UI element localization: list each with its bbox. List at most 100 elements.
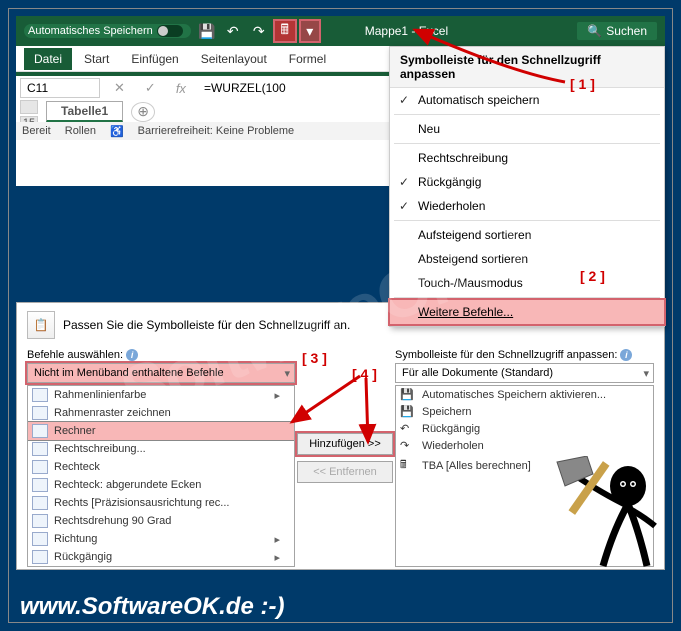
commands-from-combo[interactable]: Nicht im Menüband enthaltene Befehle — [27, 363, 295, 383]
tab-start[interactable]: Start — [74, 48, 119, 70]
menu-separator — [394, 297, 660, 298]
toggle-pill-icon — [157, 25, 183, 37]
list-item[interactable]: Rechner — [28, 422, 294, 440]
search-icon: 🔍 — [587, 24, 602, 38]
menu-separator — [394, 143, 660, 144]
qat-options-icon: 📋 — [27, 311, 55, 339]
qat-customize-menu: Symbolleiste für den Schnellzugriff anpa… — [389, 46, 665, 327]
annotation-3: [ 3 ] — [302, 350, 327, 366]
menu-separator — [394, 220, 660, 221]
calculator-icon[interactable]: 🖩 — [275, 21, 295, 41]
app-title: Mappe1 - Excel — [365, 24, 448, 38]
list-item[interactable]: Rechtsdrehung 90 Grad — [28, 512, 294, 530]
command-icon: ↷ — [400, 439, 416, 452]
list-item-label: Rechteck: abgerundete Ecken — [54, 479, 201, 491]
remove-button[interactable]: << Entfernen — [297, 461, 393, 483]
list-item-label: Richtung — [54, 533, 97, 545]
menu-item[interactable]: Touch-/Mausmodus — [390, 271, 664, 295]
menu-title: Symbolleiste für den Schnellzugriff anpa… — [390, 47, 664, 88]
left-label-text: Befehle auswählen: — [27, 349, 123, 361]
right-label: Symbolleiste für den Schnellzugriff anpa… — [395, 349, 654, 361]
menu-item[interactable]: Weitere Befehle... — [390, 300, 664, 324]
qat-dropdown-icon[interactable]: ▾ — [301, 21, 319, 41]
list-item-label: Speichern — [422, 406, 472, 418]
search-label: Suchen — [606, 24, 647, 38]
autosave-toggle[interactable]: Automatisches Speichern — [24, 24, 191, 38]
left-label: Befehle auswählen: i — [27, 349, 295, 361]
list-item-label: Rechts [Präzisionsausrichtung rec... — [54, 497, 229, 509]
right-label-text: Symbolleiste für den Schnellzugriff anpa… — [395, 349, 617, 361]
list-item[interactable]: Richtung — [28, 530, 294, 548]
command-icon — [32, 460, 48, 474]
list-item[interactable]: Rechtschreibung... — [28, 440, 294, 458]
command-icon: ↶ — [400, 422, 416, 435]
annotation-1: [ 1 ] — [570, 76, 595, 92]
list-item-label: Rahmenraster zeichnen — [54, 407, 171, 419]
list-item-label: Rückgängig — [54, 551, 112, 563]
menu-item[interactable]: Neu — [390, 117, 664, 141]
list-item-label: Rahmenlinienfarbe — [54, 389, 146, 401]
list-item-label: Rechtsdrehung 90 Grad — [54, 515, 171, 527]
list-item[interactable]: ↶ Rückgängig — [396, 420, 653, 437]
list-item[interactable]: Rechteck: abgerundete Ecken — [28, 476, 294, 494]
list-item[interactable]: Rahmenraster zeichnen — [28, 404, 294, 422]
menu-item[interactable]: Absteigend sortieren — [390, 247, 664, 271]
autosave-label: Automatisches Speichern — [28, 25, 153, 37]
list-item[interactable]: ↷ Wiederholen — [396, 437, 653, 454]
annotation-2: [ 2 ] — [580, 268, 605, 284]
undo-icon[interactable]: ↶ — [223, 21, 243, 41]
available-commands-list[interactable]: Rahmenlinienfarbe Rahmenraster zeichnen Re… — [27, 385, 295, 567]
save-icon[interactable]: 💾 — [197, 21, 217, 41]
command-icon — [32, 388, 48, 402]
menu-item[interactable]: Rückgängig — [390, 170, 664, 194]
list-item[interactable]: Rechts [Präzisionsausrichtung rec... — [28, 494, 294, 512]
command-icon — [32, 532, 48, 546]
row-header-14[interactable] — [20, 100, 38, 114]
list-item[interactable]: Rückgängig — [28, 548, 294, 566]
command-icon — [32, 514, 48, 528]
name-box[interactable]: C11 — [20, 78, 100, 98]
tab-pagelayout[interactable]: Seitenlayout — [191, 48, 277, 70]
accept-icon[interactable]: ✓ — [139, 80, 162, 96]
middle-column: Hinzufügen >> << Entfernen — [295, 349, 395, 567]
tab-formulas[interactable]: Formel — [279, 48, 336, 70]
menu-item[interactable]: Automatisch speichern — [390, 88, 664, 112]
command-icon — [32, 478, 48, 492]
menu-item[interactable]: Wiederholen — [390, 194, 664, 218]
redo-icon[interactable]: ↷ — [249, 21, 269, 41]
sheet-tab[interactable]: Tabelle1 — [46, 101, 123, 122]
list-item-label: Rückgängig — [422, 423, 480, 435]
status-ready: Bereit — [22, 125, 51, 137]
list-item-label: TBA [Alles berechnen] — [422, 460, 531, 472]
command-icon — [32, 496, 48, 510]
info-icon[interactable]: i — [620, 349, 632, 361]
list-item[interactable]: 💾Speichern — [396, 403, 653, 420]
menu-item[interactable]: Rechtschreibung — [390, 146, 664, 170]
list-item[interactable]: 💾Automatisches Speichern aktivieren... — [396, 386, 653, 403]
fx-icon[interactable]: fx — [170, 81, 192, 96]
target-scope-combo[interactable]: Für alle Dokumente (Standard) — [395, 363, 654, 383]
cancel-icon[interactable]: ✕ — [108, 80, 131, 96]
command-icon — [32, 424, 48, 438]
cartoon-worker-icon — [543, 456, 663, 571]
menu-separator — [394, 114, 660, 115]
command-icon — [32, 550, 48, 564]
info-icon[interactable]: i — [126, 349, 138, 361]
menu-item[interactable]: Aufsteigend sortieren — [390, 223, 664, 247]
add-button[interactable]: Hinzufügen >> — [297, 433, 393, 455]
title-bar: Automatisches Speichern 💾 ↶ ↷ 🖩 ▾ Mappe1… — [16, 16, 665, 46]
command-icon: 🖩 — [400, 456, 416, 475]
status-scroll: Rollen — [65, 125, 96, 137]
command-icon — [32, 442, 48, 456]
list-item[interactable]: Rechteck — [28, 458, 294, 476]
tab-file[interactable]: Datei — [24, 48, 72, 70]
dialog-title: Passen Sie die Symbolleiste für den Schn… — [63, 318, 350, 332]
add-sheet-button[interactable]: ⊕ — [131, 102, 155, 122]
list-item-label: Wiederholen — [422, 440, 484, 452]
search-box[interactable]: 🔍 Suchen — [577, 22, 657, 40]
accessibility-icon: ♿ — [110, 125, 124, 138]
tab-insert[interactable]: Einfügen — [121, 48, 188, 70]
list-item-label: Rechteck — [54, 461, 100, 473]
command-icon: 💾 — [400, 388, 416, 401]
list-item[interactable]: Rahmenlinienfarbe — [28, 386, 294, 404]
